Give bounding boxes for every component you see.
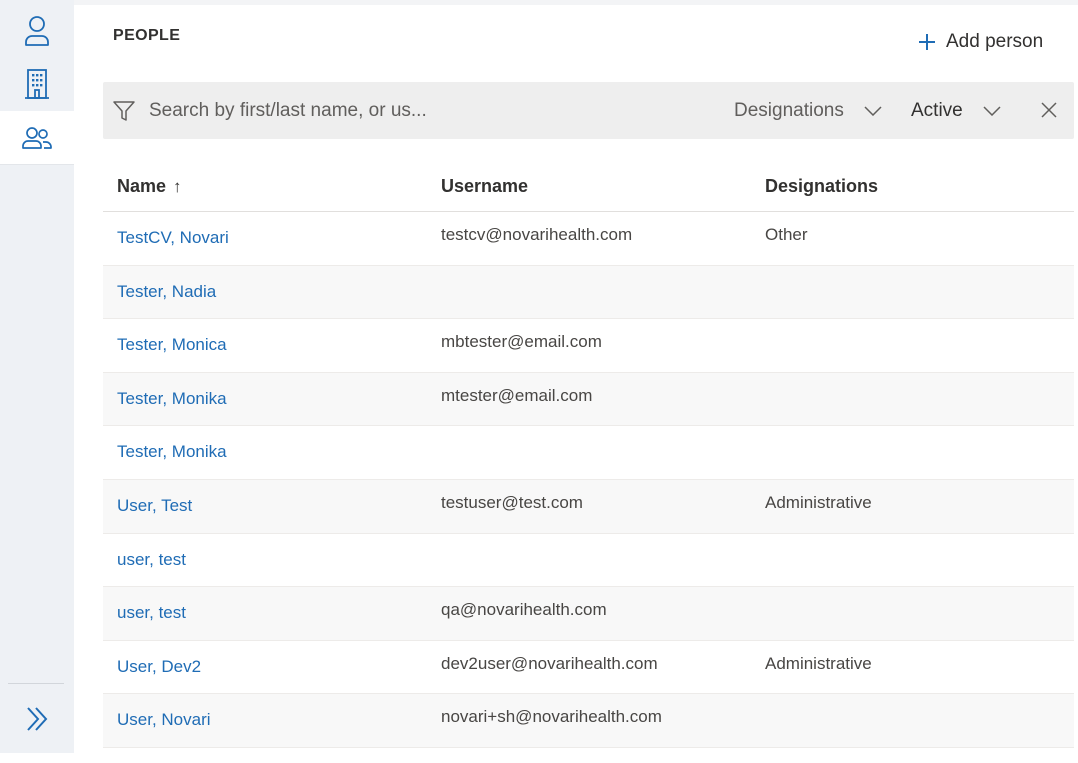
person-name-link[interactable]: Tester, Nadia <box>117 282 216 302</box>
nav-people-button[interactable] <box>0 111 74 165</box>
rail-divider <box>8 683 64 684</box>
person-name-link[interactable]: User, Novari <box>117 710 211 730</box>
left-nav-rail <box>0 0 74 753</box>
person-name-link[interactable]: Tester, Monika <box>117 442 227 462</box>
table-row: user, test qa@novarihealth.com <box>103 587 1074 641</box>
person-name-link[interactable]: user, test <box>117 550 186 570</box>
column-header-name-label: Name <box>117 176 167 196</box>
table-row: Tester, Monica mbtester@email.com <box>103 319 1074 373</box>
page-title: PEOPLE <box>113 27 181 44</box>
designations-cell: Other <box>765 225 808 244</box>
username-cell: testuser@test.com <box>441 492 583 512</box>
username-cell: mbtester@email.com <box>441 332 602 352</box>
person-name-link[interactable]: Tester, Monika <box>117 389 227 409</box>
table-row: User, Dev2 dev2user@novarihealth.com Adm… <box>103 641 1074 695</box>
table-row: User, Test testuser@test.com Administrat… <box>103 479 1074 534</box>
person-name-link[interactable]: TestCV, Novari <box>117 228 229 248</box>
person-name-link[interactable]: User, Test <box>117 496 192 516</box>
nav-building-button[interactable] <box>0 57 74 111</box>
add-person-button[interactable]: Add person <box>918 28 1043 56</box>
sort-ascending-icon: ↑ <box>173 176 182 196</box>
search-input[interactable] <box>149 94 569 127</box>
close-icon <box>1041 102 1057 118</box>
column-header-username: Username <box>441 176 529 196</box>
double-chevron-right-icon <box>27 707 48 731</box>
chevron-down-icon <box>864 105 882 116</box>
filter-icon <box>113 101 135 121</box>
column-header-name[interactable]: Name ↑ <box>117 176 182 197</box>
username-cell: mtester@email.com <box>441 385 593 405</box>
designations-cell: Administrative <box>765 492 872 512</box>
person-name-link[interactable]: User, Dev2 <box>117 657 201 677</box>
clear-filters-button[interactable] <box>1040 101 1058 119</box>
username-cell: novari+sh@novarihealth.com <box>441 707 662 727</box>
table-row: Tester, Monika <box>103 426 1074 480</box>
person-name-link[interactable]: Tester, Monica <box>117 335 227 355</box>
status-dropdown[interactable]: Active <box>911 94 1001 127</box>
username-cell: dev2user@novarihealth.com <box>441 653 658 673</box>
filter-bar: Designations Active <box>103 82 1074 139</box>
table-row: Tester, Nadia <box>103 265 1074 320</box>
username-cell: qa@novarihealth.com <box>441 600 607 620</box>
column-header-designations: Designations <box>765 176 879 196</box>
building-icon <box>25 69 49 99</box>
table-row: Tester, Monika mtester@email.com <box>103 372 1074 427</box>
people-table: Name ↑ Username Designations TestCV, Nov… <box>103 160 1074 748</box>
nav-person-button[interactable] <box>0 4 74 58</box>
expand-nav-button[interactable] <box>0 692 74 746</box>
username-cell: testcv@novarihealth.com <box>441 225 633 244</box>
table-header: Name ↑ Username Designations <box>103 160 1074 212</box>
table-row: user, test <box>103 534 1074 588</box>
designations-cell: Administrative <box>765 653 872 673</box>
add-person-label: Add person <box>946 31 1044 52</box>
table-body: TestCV, Novari testcv@novarihealth.com O… <box>103 212 1074 748</box>
status-dropdown-label: Active <box>911 99 963 121</box>
rail-divider <box>0 164 74 165</box>
top-strip <box>74 0 1078 5</box>
chevron-down-icon <box>983 105 1001 116</box>
person-name-link[interactable]: user, test <box>117 603 186 623</box>
people-icon <box>22 127 52 149</box>
table-row: User, Novari novari+sh@novarihealth.com <box>103 694 1074 748</box>
person-icon <box>25 16 49 46</box>
designations-dropdown-label: Designations <box>734 99 844 121</box>
plus-icon <box>919 34 935 50</box>
table-row: TestCV, Novari testcv@novarihealth.com O… <box>103 212 1074 266</box>
designations-dropdown[interactable]: Designations <box>734 94 882 127</box>
